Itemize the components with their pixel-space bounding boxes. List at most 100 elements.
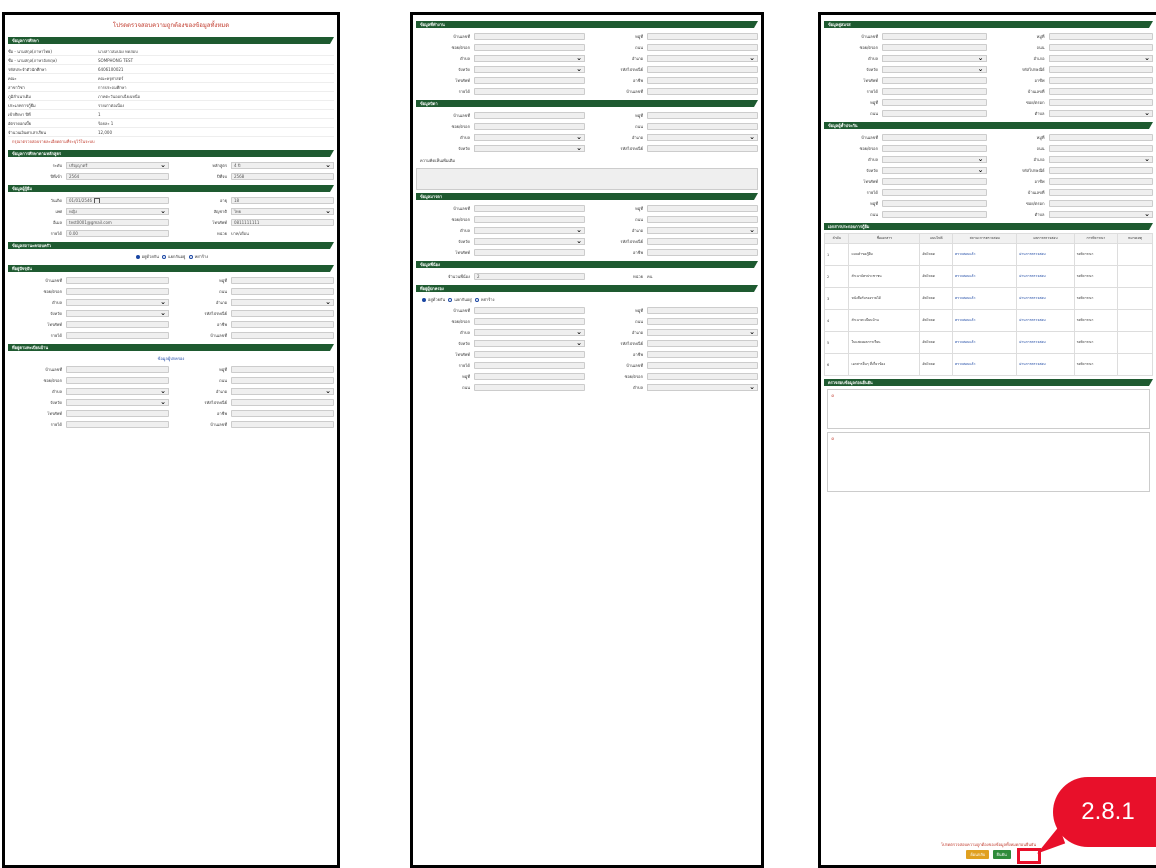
address-input[interactable]	[474, 112, 585, 119]
confirm-button[interactable]: ยืนยัน	[992, 850, 1011, 859]
address-select[interactable]: ⌄	[647, 227, 758, 234]
address-input[interactable]	[1048, 44, 1153, 51]
address-input[interactable]	[1048, 88, 1153, 95]
address-input[interactable]	[66, 332, 169, 339]
address-input[interactable]	[66, 421, 169, 428]
address-input[interactable]	[647, 44, 758, 51]
address-input[interactable]	[647, 238, 758, 245]
address-input[interactable]	[1048, 189, 1153, 196]
level-select[interactable]: ปริญญาตรี ⌄	[66, 162, 169, 169]
address-input[interactable]	[647, 205, 758, 212]
address-input[interactable]	[647, 145, 758, 152]
address-select[interactable]: ⌄	[474, 340, 585, 347]
address-input[interactable]	[647, 351, 758, 358]
address-select[interactable]: ⌄	[1048, 211, 1153, 218]
address-input[interactable]	[474, 351, 585, 358]
address-input[interactable]	[474, 44, 585, 51]
address-input[interactable]	[66, 288, 169, 295]
address-input[interactable]	[1048, 200, 1153, 207]
address-input[interactable]	[231, 321, 334, 328]
program-select[interactable]: 4 ปี ⌄	[231, 162, 334, 169]
address-select[interactable]: ⌄	[66, 388, 169, 395]
address-input[interactable]	[882, 77, 987, 84]
radio-separated[interactable]	[162, 255, 167, 259]
address-select[interactable]: ⌄	[1048, 55, 1153, 62]
address-input[interactable]	[1048, 167, 1153, 174]
address-input[interactable]	[231, 366, 334, 373]
calendar-icon[interactable]	[94, 198, 101, 203]
address-select[interactable]: ⌄	[1048, 110, 1153, 117]
address-input[interactable]	[1048, 99, 1153, 106]
upload-button[interactable]: อัพโหลด	[919, 353, 954, 376]
radio-together[interactable]	[422, 298, 426, 302]
address-select[interactable]: ⌄	[474, 238, 585, 245]
address-input[interactable]	[1048, 33, 1153, 40]
address-select[interactable]: ⌄	[474, 134, 585, 141]
radio-separated[interactable]	[448, 298, 453, 302]
address-select[interactable]: ⌄	[647, 384, 758, 391]
address-select[interactable]: ⌄	[1048, 156, 1153, 163]
address-select[interactable]: ⌄	[66, 310, 169, 317]
address-input[interactable]	[647, 340, 758, 347]
address-input[interactable]	[882, 211, 987, 218]
address-select[interactable]: ⌄	[647, 329, 758, 336]
address-input[interactable]	[647, 77, 758, 84]
address-input[interactable]	[647, 216, 758, 223]
phone-field[interactable]: 0811111111	[231, 219, 334, 226]
upload-button[interactable]: อัพโหลด	[919, 287, 954, 310]
address-input[interactable]	[1048, 77, 1153, 84]
address-input[interactable]	[474, 77, 585, 84]
radio-divorced[interactable]	[188, 255, 193, 259]
address-input[interactable]	[66, 410, 169, 417]
address-input[interactable]	[882, 145, 987, 152]
address-input[interactable]	[647, 249, 758, 256]
address-input[interactable]	[231, 332, 334, 339]
address-select[interactable]: ⌄	[474, 329, 585, 336]
address-input[interactable]	[647, 66, 758, 73]
address-input[interactable]	[474, 384, 585, 391]
address-input[interactable]	[474, 123, 585, 130]
address-select[interactable]: ⌄	[474, 66, 585, 73]
address-input[interactable]	[882, 178, 987, 185]
address-input[interactable]	[231, 410, 334, 417]
address-input[interactable]	[231, 277, 334, 284]
upload-button[interactable]: อัพโหลด	[919, 309, 954, 332]
address-select[interactable]: ⌄	[647, 134, 758, 141]
address-input[interactable]	[882, 110, 987, 117]
address-select[interactable]: ⌄	[474, 145, 585, 152]
address-select[interactable]: ⌄	[882, 167, 987, 174]
address-input[interactable]	[231, 421, 334, 428]
upload-button[interactable]: อัพโหลด	[919, 331, 954, 354]
address-select[interactable]: ⌄	[882, 55, 987, 62]
address-input[interactable]	[647, 33, 758, 40]
address-select[interactable]: ⌄	[474, 55, 585, 62]
address-input[interactable]	[474, 33, 585, 40]
address-input[interactable]	[66, 321, 169, 328]
address-input[interactable]	[474, 216, 585, 223]
address-select[interactable]: ⌄	[882, 156, 987, 163]
address-input[interactable]	[882, 88, 987, 95]
address-input[interactable]	[647, 307, 758, 314]
address-input[interactable]	[231, 399, 334, 406]
address-input[interactable]	[474, 373, 585, 380]
address-input[interactable]	[474, 307, 585, 314]
address-input[interactable]	[647, 373, 758, 380]
address-input[interactable]	[882, 44, 987, 51]
address-select[interactable]: ⌄	[66, 399, 169, 406]
email-field[interactable]: test0001@gmail.com	[66, 219, 169, 226]
address-input[interactable]	[474, 318, 585, 325]
address-input[interactable]	[1048, 145, 1153, 152]
upload-button[interactable]: อัพโหลด	[919, 265, 954, 288]
comment-textarea[interactable]	[416, 168, 758, 190]
grad-year-field[interactable]: 2568	[231, 173, 334, 180]
address-input[interactable]	[647, 123, 758, 130]
income-field[interactable]: 0.00	[66, 230, 169, 237]
address-select[interactable]: ⌄	[882, 66, 987, 73]
address-select[interactable]: ⌄	[647, 55, 758, 62]
address-select[interactable]: ⌄	[66, 299, 169, 306]
address-select[interactable]: ⌄	[474, 227, 585, 234]
address-input[interactable]	[647, 362, 758, 369]
address-input[interactable]	[882, 189, 987, 196]
address-input[interactable]	[647, 88, 758, 95]
dob-field[interactable]: 01/01/2546	[66, 197, 169, 204]
